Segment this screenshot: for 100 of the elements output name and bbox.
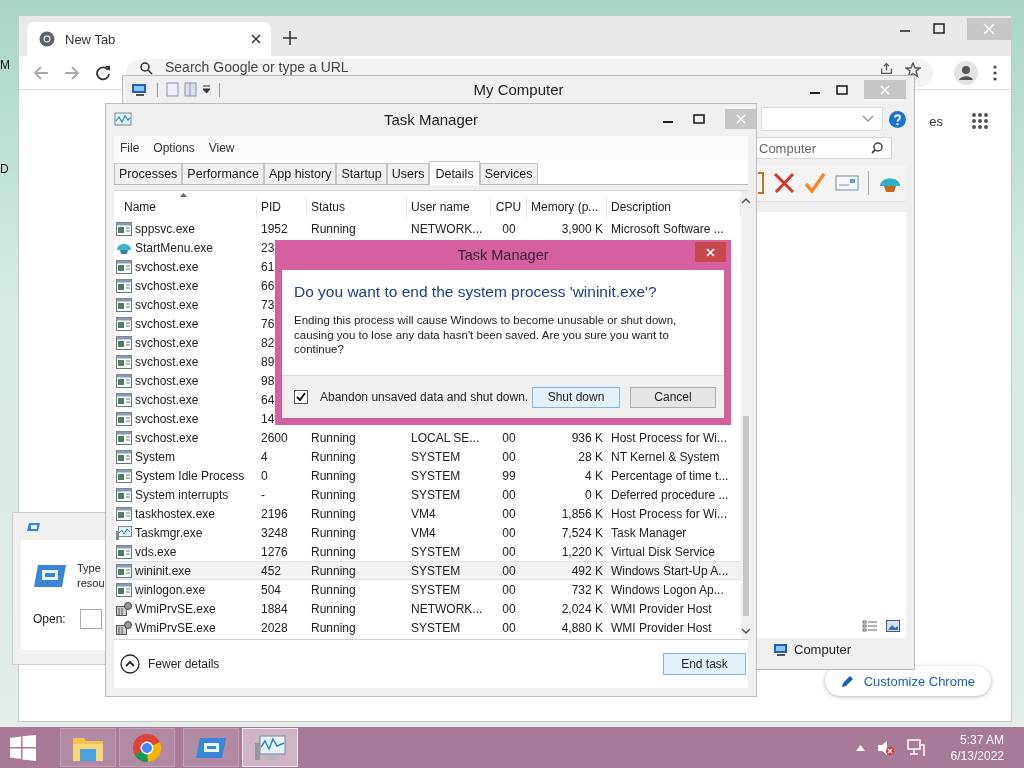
table-cell-text: 504: [260, 582, 283, 597]
explorer-taskbar-button[interactable]: [60, 728, 116, 767]
tab[interactable]: Users: [386, 163, 430, 184]
clock-time[interactable]: 5:37 AM: [959, 731, 1004, 748]
details-view-icon[interactable]: [862, 620, 878, 632]
table-cell-text: 00: [501, 601, 517, 616]
chevron-down-icon[interactable]: [862, 115, 874, 123]
new-tab-icon[interactable]: [283, 31, 297, 45]
address-field[interactable]: [761, 107, 883, 131]
network-icon[interactable]: [906, 738, 925, 757]
tab[interactable]: Performance: [182, 163, 264, 184]
profile-icon[interactable]: [954, 60, 978, 85]
process-name: WmiPrvSE.exe: [135, 601, 216, 616]
process-name: svchost.exe: [135, 297, 199, 312]
card-icon[interactable]: [835, 175, 859, 191]
open-field[interactable]: [80, 609, 102, 629]
browser-tab[interactable]: New Tab: [27, 22, 271, 56]
menu-item[interactable]: Options: [153, 141, 195, 155]
selected-row[interactable]: wininit.exe 452 Running SYSTEM 00 492 K Windows Start-Up A...: [114, 561, 741, 580]
fewer-details-button[interactable]: Fewer details: [120, 654, 220, 674]
table-cell-text: 73: [260, 297, 276, 312]
table-cell-text: NETWORK...: [410, 601, 484, 616]
star-icon[interactable]: [905, 61, 921, 78]
table-cell-text: Running: [310, 525, 357, 540]
maximize-icon[interactable]: [933, 23, 945, 35]
dropdown-icon[interactable]: [202, 85, 211, 94]
bracket-icon[interactable]: [758, 172, 764, 194]
close-button[interactable]: [695, 242, 726, 262]
column-header[interactable]: Memory (p...: [527, 197, 607, 217]
table-cell-text: -: [260, 487, 266, 502]
table-cell-text: 2,024 K: [560, 601, 604, 616]
reload-icon[interactable]: [95, 64, 111, 81]
images-link[interactable]: es: [929, 113, 943, 129]
apps-grid-icon[interactable]: [971, 112, 989, 130]
picture-view-icon[interactable]: [886, 620, 900, 632]
close-icon[interactable]: [251, 34, 261, 44]
pencil-icon: [840, 674, 854, 688]
windows-logo-icon[interactable]: [10, 734, 36, 761]
help-icon[interactable]: [889, 110, 906, 128]
table-cell-text: LOCAL SE...: [410, 430, 481, 445]
tab[interactable]: Details: [429, 161, 480, 185]
table-cell-text: 82: [260, 335, 276, 350]
process-name: wininit.exe: [135, 563, 192, 578]
search-icon: [140, 61, 153, 75]
scroll-up-icon[interactable]: [741, 197, 751, 204]
checkbox[interactable]: [294, 390, 308, 404]
table-cell-text: 1,856 K: [560, 506, 604, 521]
run-taskbar-button[interactable]: [183, 728, 239, 767]
tab[interactable]: App history: [263, 163, 337, 184]
scrollbar[interactable]: [741, 191, 751, 639]
menu-item[interactable]: File: [120, 141, 140, 155]
customize-chrome-button[interactable]: Customize Chrome: [824, 666, 991, 696]
table-cell-text: 99: [501, 468, 517, 483]
scroll-down-icon[interactable]: [741, 628, 751, 635]
speaker-muted-icon[interactable]: [876, 739, 895, 756]
check-icon[interactable]: [804, 172, 826, 194]
sort-caret-icon[interactable]: [180, 193, 187, 197]
desktop-icon-label: M: [0, 58, 9, 72]
column-header[interactable]: Status: [307, 197, 407, 217]
clock-date[interactable]: 6/13/2022: [950, 747, 1004, 764]
table-cell-text: 452: [260, 563, 283, 578]
description-text: resou: [77, 576, 105, 591]
column-header[interactable]: User name: [407, 197, 491, 217]
process-name: svchost.exe: [135, 278, 199, 293]
end-task-button[interactable]: End task: [663, 653, 746, 675]
chrome-taskbar-button[interactable]: [119, 728, 175, 767]
table-cell-text: 4,880 K: [560, 620, 604, 635]
tab[interactable]: Startup: [336, 163, 387, 184]
search-field[interactable]: Computer: [754, 137, 892, 159]
task-manager-taskbar-button[interactable]: [242, 728, 298, 767]
task-manager-icon: [116, 525, 132, 540]
table-cell-text: 76: [260, 316, 276, 331]
scroll-thumb[interactable]: [743, 416, 749, 616]
process-name: svchost.exe: [135, 373, 199, 388]
checkbox-label[interactable]: Abandon unsaved data and shut down.: [320, 390, 529, 404]
process-name: Taskmgr.exe: [135, 525, 203, 540]
table-cell-text: Running: [310, 582, 357, 597]
maximize-icon[interactable]: [836, 84, 848, 95]
cancel-button[interactable]: Cancel: [630, 386, 716, 408]
process-name: svchost.exe: [135, 316, 199, 331]
show-hidden-icons-icon[interactable]: [855, 744, 865, 751]
column-header[interactable]: PID: [257, 197, 307, 217]
table-cell-text: 1952: [260, 221, 289, 236]
cross-icon[interactable]: [773, 172, 795, 194]
process-name: sppsvc.exe: [135, 221, 196, 236]
tab[interactable]: Services: [479, 163, 538, 184]
menu-item[interactable]: View: [208, 141, 235, 155]
address-input[interactable]: Search Google or type a URL: [165, 58, 868, 75]
share-icon[interactable]: [880, 61, 893, 75]
forward-icon[interactable]: [64, 64, 80, 81]
maximize-icon[interactable]: [693, 114, 705, 124]
folder-icon[interactable]: [184, 82, 197, 97]
column-header[interactable]: CPU: [491, 197, 527, 217]
table-cell-text: 23: [260, 240, 276, 255]
back-icon[interactable]: [33, 64, 49, 81]
tab[interactable]: Processes: [114, 163, 183, 184]
process-name: svchost.exe: [135, 411, 199, 426]
table-cell-text: 00: [501, 449, 517, 464]
menu-icon[interactable]: [993, 64, 997, 81]
shut-down-button[interactable]: Shut down: [532, 386, 620, 408]
